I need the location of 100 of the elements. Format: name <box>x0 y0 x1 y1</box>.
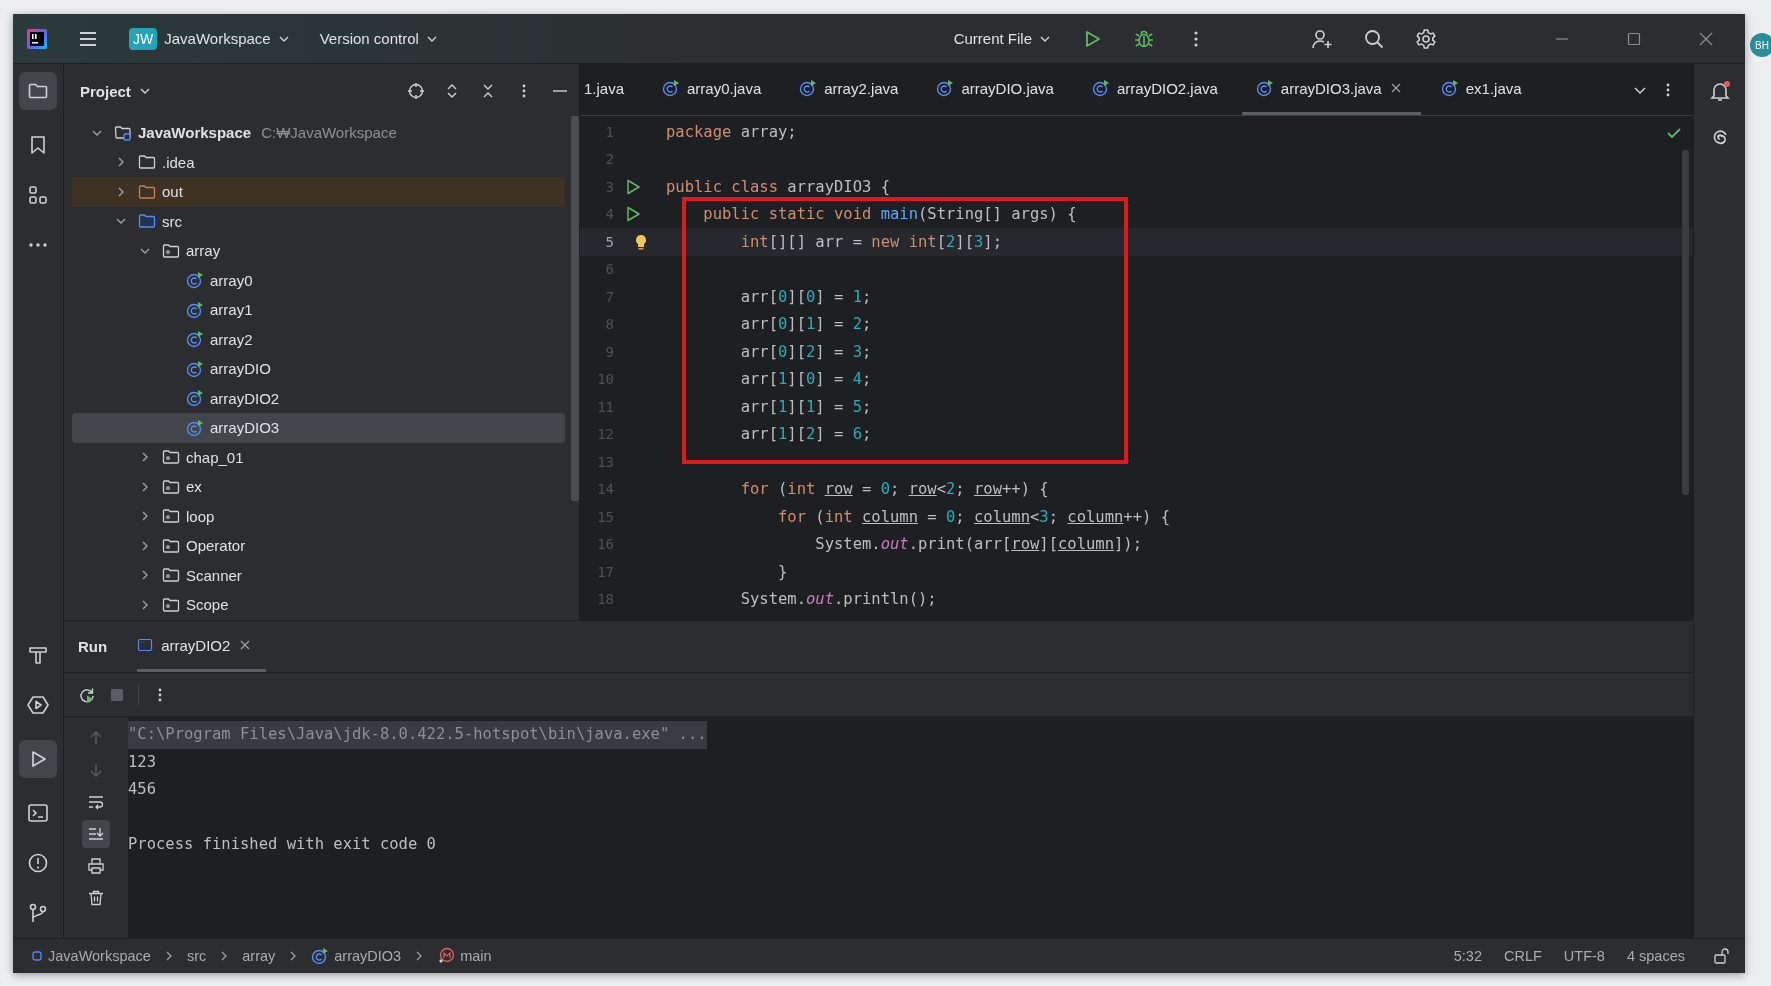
run-icon[interactable] <box>624 177 642 196</box>
editor-tab[interactable]: arrayDIO3.java <box>1241 64 1421 115</box>
editor-tab[interactable]: array0.java <box>648 64 780 115</box>
tree-item[interactable]: array <box>72 236 565 266</box>
scrollbar-thumb[interactable] <box>571 116 579 501</box>
tree-item-label: array0 <box>210 271 253 289</box>
tree-item[interactable]: ex <box>72 472 565 502</box>
project-switcher[interactable]: JW JavaWorkspace <box>121 23 298 54</box>
services-icon[interactable] <box>27 694 49 716</box>
terminal-icon[interactable] <box>27 802 49 824</box>
breadcrumb[interactable]: src <box>186 948 207 964</box>
editor-tab[interactable]: 1.java <box>580 64 643 115</box>
package-icon <box>162 448 180 467</box>
window-icon <box>137 637 154 653</box>
tree-item[interactable]: arrayDIO <box>72 354 565 384</box>
code-line: arr[0][0] = 1; <box>739 287 872 306</box>
package-icon <box>162 241 180 260</box>
package-icon <box>162 477 180 496</box>
run-configuration-dropdown[interactable]: Current File <box>945 26 1059 51</box>
breadcrumb[interactable]: array <box>242 948 276 964</box>
trash-icon[interactable] <box>87 889 105 907</box>
package-icon <box>162 566 180 585</box>
class-icon <box>186 359 204 378</box>
search-icon[interactable] <box>1363 27 1385 50</box>
code-line: public static void main(String[] args) { <box>702 205 1077 224</box>
git-branch-icon[interactable] <box>27 902 49 924</box>
notification-bell-icon[interactable] <box>1708 80 1731 102</box>
tree-item[interactable]: loop <box>72 501 565 531</box>
tree-item[interactable]: Scope <box>72 590 565 620</box>
add-user-icon[interactable] <box>1311 27 1333 50</box>
run-tab[interactable]: arrayDIO2 <box>137 621 267 672</box>
tree-item[interactable]: array0 <box>72 265 565 295</box>
tree-item[interactable]: array2 <box>72 324 565 354</box>
console-line: 456 <box>128 779 156 800</box>
package-icon <box>162 507 180 526</box>
tree-item-label: Operator <box>186 537 246 555</box>
breadcrumb[interactable]: arrayDIO3 <box>311 947 402 965</box>
problems-icon[interactable] <box>27 852 49 874</box>
app-logo-icon[interactable] <box>27 28 47 49</box>
print-icon[interactable] <box>87 857 105 875</box>
tree-item[interactable]: Operator <box>72 531 565 561</box>
structure-icon[interactable] <box>27 184 49 206</box>
run-icon[interactable] <box>624 205 642 224</box>
indent-setting[interactable]: 4 spaces <box>1626 948 1685 964</box>
tree-item[interactable]: src <box>72 206 565 236</box>
breadcrumb[interactable]: main <box>437 947 492 965</box>
tree-item[interactable]: arrayDIO3 <box>72 413 565 443</box>
scroll-to-end-button[interactable] <box>82 820 110 848</box>
project-view-dropdown[interactable]: Project <box>74 78 157 104</box>
code-line: System.out.println(); <box>739 590 937 609</box>
tree-item-label: loop <box>186 507 215 525</box>
editor-tab[interactable]: arrayDIO2.java <box>1077 64 1236 115</box>
breadcrumb[interactable]: JavaWorkspace <box>31 948 151 964</box>
code-line: arr[0][2] = 3; <box>739 342 872 361</box>
crosshair-icon[interactable] <box>407 82 425 100</box>
file-encoding[interactable]: UTF-8 <box>1563 948 1605 964</box>
tree-item-label: array <box>186 242 221 260</box>
tree-item[interactable]: Scanner <box>72 560 565 590</box>
settings-icon[interactable] <box>1415 27 1437 50</box>
tree-item-label: JavaWorkspace <box>138 124 252 142</box>
code-line: arr[1][1] = 5; <box>739 397 872 416</box>
tree-item-label: arrayDIO3 <box>210 419 280 437</box>
tree-item[interactable]: out <box>72 177 565 207</box>
hammer-icon[interactable] <box>27 644 49 666</box>
tree-item[interactable]: array1 <box>72 295 565 325</box>
caret-position[interactable]: 5:32 <box>1453 948 1482 964</box>
module-icon <box>31 950 43 962</box>
run-tool-button[interactable] <box>19 740 57 778</box>
tree-item[interactable]: JavaWorkspace C:₩JavaWorkspace <box>72 118 565 148</box>
folder-icon <box>138 182 156 201</box>
scrollbar-thumb[interactable] <box>1682 150 1689 495</box>
editor-tab[interactable]: array2.java <box>785 64 917 115</box>
folder-icon <box>138 153 156 172</box>
version-control-menu[interactable]: Version control <box>311 26 446 51</box>
tree-item-label: ex <box>186 478 202 496</box>
tree-item[interactable]: arrayDIO2 <box>72 383 565 413</box>
project-folder-icon <box>114 123 132 142</box>
code-line: for (int column = 0; column<3; column++) { <box>776 507 1171 526</box>
project-path: C:₩JavaWorkspace <box>261 124 397 142</box>
tree-item-label: Scope <box>186 596 229 614</box>
tree-item[interactable]: .idea <box>72 147 565 177</box>
console-line: 123 <box>128 751 156 773</box>
class-icon <box>186 300 204 319</box>
code-line: arr[1][0] = 4; <box>739 370 872 389</box>
tree-item-label: out <box>162 183 183 201</box>
soft-wrap-icon[interactable] <box>87 793 105 811</box>
editor-tab[interactable]: arrayDIO.java <box>922 64 1072 115</box>
tree-item-label: Scanner <box>186 566 242 584</box>
package-icon <box>162 536 180 555</box>
code-line: int[][] arr = new int[2][3]; <box>739 232 1002 251</box>
tree-item-label: arrayDIO <box>210 360 271 378</box>
line-separator[interactable]: CRLF <box>1504 948 1542 964</box>
editor-tab[interactable]: ex1.java <box>1426 64 1540 115</box>
lock-icon[interactable] <box>1713 947 1731 965</box>
code-line: arr[1][2] = 6; <box>739 425 872 444</box>
tree-item[interactable]: chap_01 <box>72 442 565 472</box>
code-line: } <box>776 562 788 581</box>
class-icon <box>186 418 204 437</box>
scroll-end-icon <box>87 825 105 843</box>
project-tool-button[interactable] <box>19 72 57 110</box>
